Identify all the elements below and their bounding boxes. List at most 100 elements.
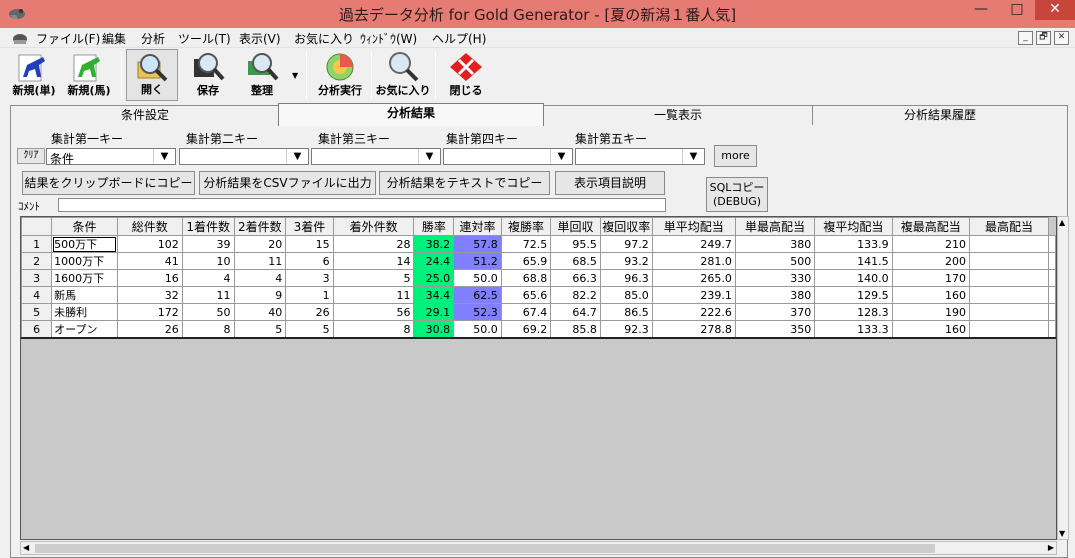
table-cell[interactable]: 56 (332, 303, 415, 321)
menu-analysis[interactable]: 分析 (141, 30, 165, 47)
table-cell[interactable]: 38.2 (413, 235, 455, 253)
table-cell[interactable]: 68.8 (500, 269, 552, 287)
table-cell[interactable]: 4 (233, 269, 287, 287)
row-number[interactable]: 4 (21, 286, 53, 304)
scroll-down-icon[interactable]: ▼ (1059, 529, 1065, 538)
sql-copy-debug-button[interactable]: SQLコピー (DEBUG) (706, 177, 768, 212)
chevron-down-icon[interactable]: ▼ (550, 149, 572, 164)
table-cell[interactable]: 350 (734, 320, 816, 339)
menu-window[interactable]: ｳｨﾝﾄﾞｳ(W) (360, 30, 417, 47)
table-cell[interactable]: 62.5 (453, 286, 502, 304)
table-cell[interactable]: 11 (233, 252, 287, 270)
table-cell[interactable]: 97.2 (599, 235, 653, 253)
table-cell[interactable]: 64.7 (550, 303, 601, 321)
table-cell[interactable]: 1600万下 (51, 269, 118, 287)
scroll-left-icon[interactable]: ◀ (23, 543, 29, 552)
tab-analysis-results[interactable]: 分析結果 (278, 103, 544, 126)
menu-favorites[interactable]: お気に入り (294, 30, 354, 47)
row-number[interactable]: 5 (21, 303, 53, 321)
column-header[interactable]: 複平均配当 (814, 217, 893, 236)
column-header[interactable]: 単回収 (550, 217, 601, 236)
horizontal-scrollbar[interactable]: ◀ ▶ (20, 541, 1057, 555)
table-cell[interactable]: 210 (891, 235, 970, 253)
table-cell[interactable]: 6 (285, 252, 334, 270)
menu-file[interactable]: ファイル(F) (36, 30, 100, 47)
table-cell[interactable]: 20 (233, 235, 287, 253)
table-row[interactable]: 6 オープン 26 8 5 5 8 30.8 50.0 69.2 85.8 92.3 278.8 350 1… (21, 320, 1056, 339)
table-cell[interactable]: 29.1 (413, 303, 455, 321)
column-header[interactable]: 単最高配当 (734, 217, 816, 236)
table-cell[interactable]: 8 (181, 320, 235, 339)
table-cell[interactable]: 39 (181, 235, 235, 253)
menu-edit[interactable]: 編集 (102, 30, 126, 47)
table-cell[interactable]: 50 (181, 303, 235, 321)
export-csv-button[interactable]: 分析結果をCSVファイルに出力 (199, 171, 376, 195)
tab-history[interactable]: 分析結果履歴 (812, 105, 1068, 125)
table-cell[interactable]: 370 (734, 303, 816, 321)
table-cell[interactable] (968, 235, 1050, 253)
table-cell[interactable]: 34.4 (413, 286, 455, 304)
table-row[interactable]: 4 新馬 32 11 9 1 11 34.4 62.5 65.6 82.2 85.0 239.1 380 1… (21, 286, 1056, 304)
table-cell[interactable]: 86.5 (599, 303, 653, 321)
scroll-right-icon[interactable]: ▶ (1048, 543, 1054, 552)
row-number[interactable]: 1 (21, 235, 53, 253)
table-cell[interactable]: 172 (116, 303, 183, 321)
document-menu-icon[interactable] (11, 30, 29, 46)
table-cell[interactable]: 新馬 (51, 286, 118, 304)
table-cell[interactable]: 67.4 (500, 303, 552, 321)
tab-conditions[interactable]: 条件設定 (10, 105, 280, 125)
menu-help[interactable]: ヘルプ(H) (432, 30, 486, 47)
table-cell[interactable]: 41 (116, 252, 183, 270)
table-cell[interactable]: 11 (332, 286, 415, 304)
scroll-thumb[interactable] (35, 544, 935, 553)
table-cell[interactable]: 160 (891, 286, 970, 304)
open-button[interactable]: 開く (126, 49, 178, 101)
table-cell[interactable] (968, 320, 1050, 339)
table-cell[interactable]: 85.8 (550, 320, 601, 339)
table-cell[interactable]: 30.8 (413, 320, 455, 339)
table-cell[interactable]: 265.0 (651, 269, 736, 287)
table-cell[interactable]: 26 (116, 320, 183, 339)
table-cell[interactable]: 281.0 (651, 252, 736, 270)
table-cell[interactable]: 25.0 (413, 269, 455, 287)
table-cell[interactable]: 65.6 (500, 286, 552, 304)
table-cell[interactable]: 141.5 (814, 252, 893, 270)
table-cell[interactable]: 51.2 (453, 252, 502, 270)
table-cell[interactable]: 4 (181, 269, 235, 287)
column-header[interactable]: 勝率 (413, 217, 455, 236)
table-cell[interactable]: 50.0 (453, 320, 502, 339)
column-header[interactable]: 複回収率 (599, 217, 653, 236)
table-cell[interactable]: 10 (181, 252, 235, 270)
table-cell[interactable]: 96.3 (599, 269, 653, 287)
table-cell[interactable]: 200 (891, 252, 970, 270)
table-cell[interactable]: 26 (285, 303, 334, 321)
clear-button[interactable]: ｸﾘｱ (17, 148, 45, 164)
column-header[interactable]: 連対率 (453, 217, 502, 236)
key2-select[interactable]: ▼ (179, 148, 309, 165)
mdi-minimize-button[interactable]: _ (1018, 31, 1033, 45)
row-number[interactable]: 2 (21, 252, 53, 270)
scroll-up-icon[interactable]: ▲ (1059, 218, 1065, 227)
table-cell[interactable]: 170 (891, 269, 970, 287)
table-cell[interactable]: 28 (332, 235, 415, 253)
close-window-button[interactable]: ✕ (1035, 0, 1075, 20)
key4-select[interactable]: ▼ (443, 148, 573, 165)
table-cell[interactable]: 5 (233, 320, 287, 339)
column-header[interactable]: 2着件数 (233, 217, 287, 236)
mdi-close-button[interactable]: ✕ (1054, 31, 1069, 45)
table-cell[interactable]: 11 (181, 286, 235, 304)
table-cell[interactable]: 40 (233, 303, 287, 321)
table-cell[interactable]: 32 (116, 286, 183, 304)
table-row[interactable]: 5 未勝利 172 50 40 26 56 29.1 52.3 67.4 64.7 86.5 222.6… (21, 303, 1056, 321)
table-cell[interactable]: 133.9 (814, 235, 893, 253)
run-analysis-button[interactable]: 分析実行 (312, 49, 368, 101)
tab-list-view[interactable]: 一覧表示 (543, 105, 813, 125)
table-cell[interactable]: 50.0 (453, 269, 502, 287)
table-cell[interactable]: 72.5 (500, 235, 552, 253)
column-header[interactable]: 複最高配当 (891, 217, 970, 236)
column-header[interactable]: 3着件 (285, 217, 334, 236)
chevron-down-icon[interactable]: ▼ (682, 149, 704, 164)
table-cell[interactable]: 未勝利 (51, 303, 118, 321)
table-cell[interactable]: 15 (285, 235, 334, 253)
table-cell[interactable]: 85.0 (599, 286, 653, 304)
